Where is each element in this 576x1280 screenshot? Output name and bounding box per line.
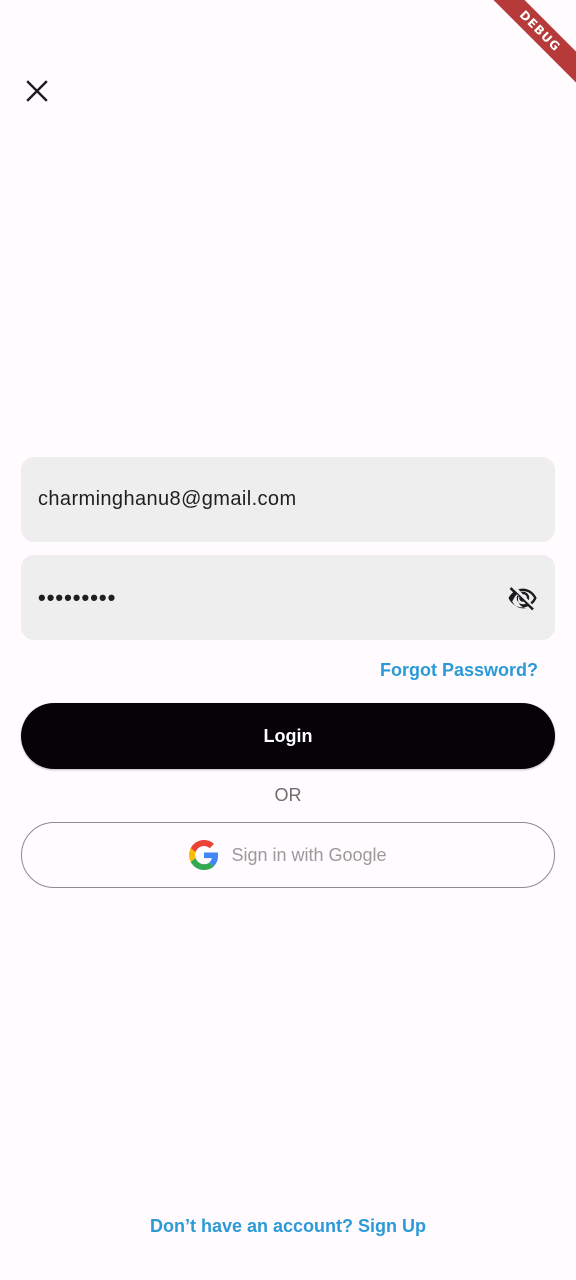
- debug-ribbon-label: DEBUG: [482, 0, 576, 89]
- login-button[interactable]: Login: [21, 703, 555, 769]
- password-visibility-toggle[interactable]: [507, 582, 539, 614]
- forgot-password-link[interactable]: Forgot Password?: [380, 660, 538, 681]
- visibility-off-icon: [508, 587, 537, 611]
- sign-up-link[interactable]: Don’t have an account? Sign Up: [0, 1216, 576, 1237]
- close-button[interactable]: [18, 72, 56, 110]
- email-field[interactable]: charminghanu8@gmail.com: [21, 457, 555, 542]
- google-logo-icon: [189, 840, 219, 870]
- debug-banner: DEBUG: [476, 0, 576, 100]
- email-value: charminghanu8@gmail.com: [38, 488, 297, 510]
- or-divider-label: OR: [274, 785, 302, 805]
- close-icon: [26, 80, 48, 102]
- password-value: •••••••••: [38, 584, 117, 610]
- google-sign-in-label: Sign in with Google: [231, 844, 387, 865]
- google-sign-in-button[interactable]: Sign in with Google: [21, 822, 555, 888]
- password-field[interactable]: •••••••••: [21, 555, 555, 640]
